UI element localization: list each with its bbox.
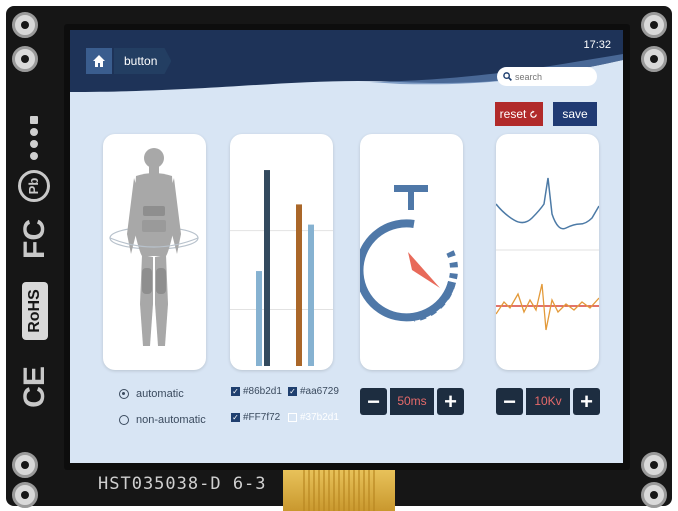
radio-button[interactable]	[119, 389, 129, 399]
body-figure-card[interactable]	[103, 134, 206, 370]
search-box[interactable]	[497, 67, 597, 86]
body-figure-icon	[109, 148, 199, 346]
radio-label: non-automatic	[136, 414, 206, 426]
mounting-hole	[641, 46, 667, 72]
rohs-mark: RoHS	[22, 282, 48, 340]
legend-item[interactable]: ✓ #FF7f72	[231, 412, 280, 423]
search-icon	[503, 72, 512, 81]
checkbox-unchecked[interactable]	[288, 413, 297, 422]
radio-button[interactable]	[119, 415, 129, 425]
increment-button[interactable]: +	[437, 388, 464, 415]
waveform-card	[496, 134, 599, 370]
pb-free-mark: Pb	[14, 170, 50, 202]
reset-icon	[530, 109, 538, 118]
bar-2	[264, 170, 270, 366]
part-number-silkscreen: HST035038-D 6-3	[98, 474, 267, 494]
ribbon-connector	[283, 470, 395, 511]
search-input[interactable]	[515, 69, 585, 84]
mounting-hole	[641, 12, 667, 38]
bar-1	[256, 271, 262, 366]
breadcrumb[interactable]: button	[114, 48, 172, 74]
radio-non-automatic[interactable]: non-automatic	[119, 414, 206, 426]
mounting-hole	[641, 452, 667, 478]
voltage-stepper: − 10Kv +	[496, 388, 600, 415]
bar-chart	[230, 170, 333, 366]
clock-time: 17:32	[583, 39, 611, 51]
radio-label: automatic	[136, 388, 184, 400]
mounting-hole	[12, 46, 38, 72]
bar-4	[308, 224, 314, 366]
timer-value: 50ms	[390, 388, 434, 415]
header-pads	[30, 116, 38, 160]
save-button[interactable]: save	[553, 102, 597, 126]
mounting-hole	[12, 482, 38, 508]
home-button[interactable]	[86, 48, 112, 74]
decrement-button[interactable]: −	[360, 388, 387, 415]
radio-automatic[interactable]: automatic	[119, 388, 184, 400]
timer-stepper: − 50ms +	[360, 388, 464, 415]
legend-item[interactable]: ✓ #86b2d1	[231, 386, 282, 397]
checkbox-checked[interactable]: ✓	[231, 413, 240, 422]
timer-card	[360, 134, 463, 370]
reset-label: reset	[499, 107, 527, 121]
mounting-hole	[12, 452, 38, 478]
stopwatch-icon	[360, 185, 458, 322]
increment-button[interactable]: +	[573, 388, 600, 415]
home-icon	[93, 55, 105, 67]
voltage-value: 10Kv	[526, 388, 570, 415]
touch-screen: button 17:32 reset save	[70, 30, 623, 463]
decrement-button[interactable]: −	[496, 388, 523, 415]
legend-item[interactable]: #37b2d1	[288, 412, 339, 423]
legend-item[interactable]: ✓ #aa6729	[288, 386, 339, 397]
bar-3	[296, 204, 302, 366]
bar-chart-card	[230, 134, 333, 370]
mounting-hole	[641, 482, 667, 508]
fcc-mark: FC	[18, 219, 51, 259]
checkbox-checked[interactable]: ✓	[288, 387, 297, 396]
waveform-chart	[496, 177, 599, 331]
mounting-hole	[12, 12, 38, 38]
checkbox-checked[interactable]: ✓	[231, 387, 240, 396]
ce-mark: CE	[17, 366, 51, 408]
reset-button[interactable]: reset	[495, 102, 543, 126]
